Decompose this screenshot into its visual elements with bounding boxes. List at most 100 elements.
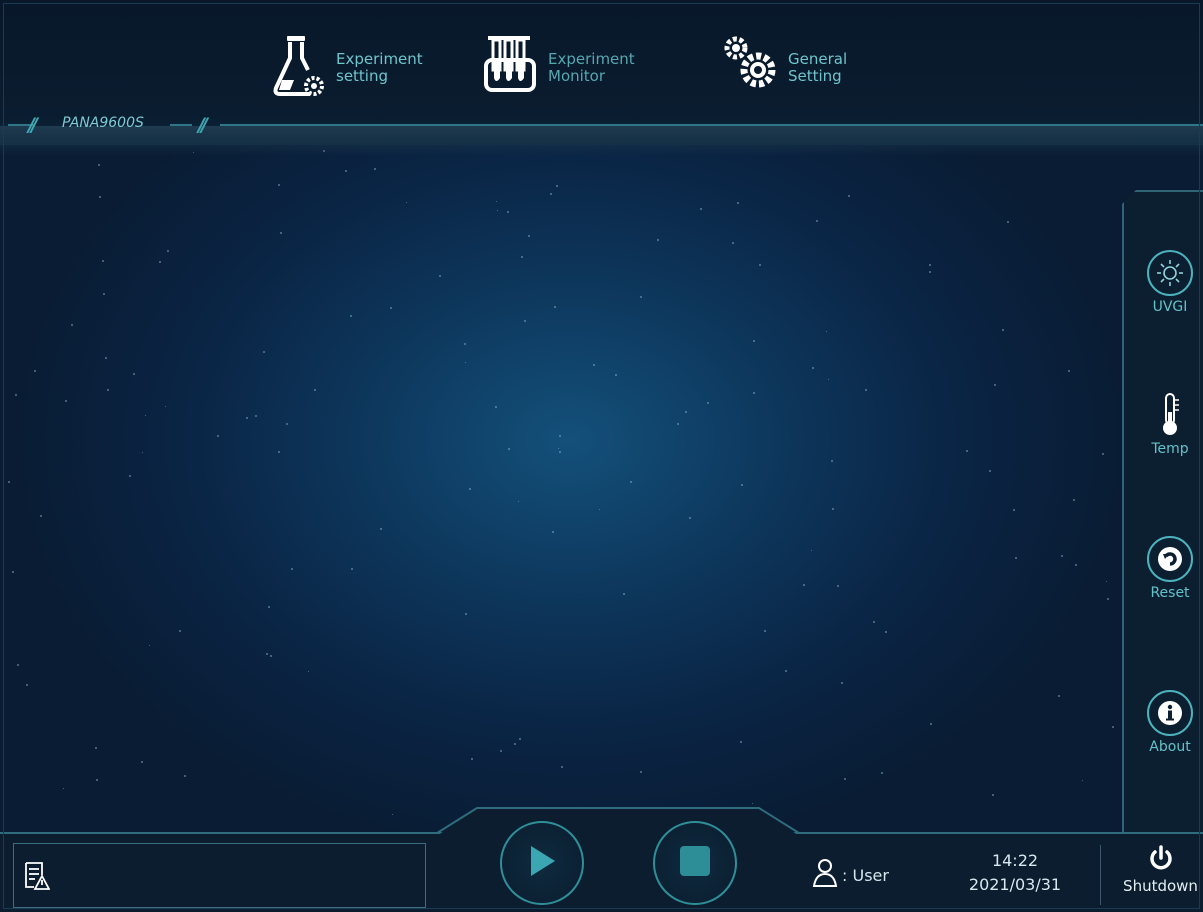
test-tubes-icon [484, 34, 540, 102]
star [465, 613, 467, 615]
star [495, 406, 497, 408]
star [844, 778, 846, 780]
star [268, 606, 270, 608]
star [700, 208, 702, 210]
star [1002, 329, 1004, 331]
star [1112, 726, 1114, 728]
star [521, 256, 523, 258]
star [524, 320, 526, 322]
star [263, 351, 265, 353]
star [40, 515, 42, 517]
star [380, 528, 382, 530]
star [528, 235, 530, 237]
star [552, 531, 554, 533]
star [278, 451, 280, 453]
star [133, 373, 135, 375]
star [1102, 453, 1104, 455]
star [286, 423, 288, 425]
star [102, 260, 104, 262]
temp-label: Temp [1151, 441, 1189, 457]
star [929, 271, 931, 273]
star [15, 394, 17, 396]
brand-slash-left: // [28, 114, 38, 136]
about-label: About [1149, 739, 1191, 755]
star [464, 343, 466, 345]
star [308, 671, 309, 672]
star [374, 168, 376, 170]
star [1073, 499, 1075, 501]
star [129, 475, 131, 477]
star [741, 484, 743, 486]
star [826, 331, 827, 332]
temp-button[interactable]: Temp [1140, 392, 1200, 457]
stop-button[interactable] [653, 821, 737, 905]
star [1075, 564, 1077, 566]
bottom-divider [1100, 845, 1101, 905]
star [593, 364, 595, 366]
star [1106, 581, 1107, 582]
star [291, 568, 293, 570]
power-icon [1148, 845, 1174, 877]
star [107, 389, 109, 391]
nav-experiment-monitor[interactable]: Experiment Monitor [484, 36, 635, 100]
nav-general-setting[interactable]: General Setting [720, 36, 847, 100]
star [105, 357, 107, 359]
uv-lamp-icon [1147, 250, 1193, 296]
star [803, 584, 805, 586]
star [167, 250, 169, 252]
star [599, 509, 600, 510]
star [103, 293, 105, 295]
star [514, 743, 516, 745]
star [873, 621, 875, 623]
star [96, 779, 98, 781]
star [26, 684, 28, 686]
alarm-message-box[interactable] [13, 843, 426, 908]
star [1007, 221, 1009, 223]
nav-experiment-setting[interactable]: Experiment setting [272, 36, 423, 100]
star [640, 771, 642, 773]
star [837, 585, 839, 587]
start-button[interactable] [500, 821, 584, 905]
star [812, 367, 814, 369]
star [554, 306, 556, 308]
alarm-log-icon [24, 861, 51, 895]
clock-time: 14:22 [991, 851, 1039, 870]
reset-label: Reset [1150, 585, 1190, 601]
star [246, 417, 248, 419]
gears-icon [720, 34, 780, 102]
user-icon [812, 858, 838, 892]
control-tray-outline [437, 807, 799, 834]
user-indicator[interactable]: : User [812, 858, 889, 892]
stop-icon [679, 845, 711, 881]
star [811, 550, 812, 551]
header-line [220, 124, 1203, 126]
star [550, 193, 552, 195]
star [677, 423, 679, 425]
star [640, 296, 642, 298]
star [390, 307, 392, 309]
header-line-mid [170, 124, 192, 126]
star [159, 261, 161, 263]
star [561, 766, 563, 768]
uvgi-label: UVGI [1152, 299, 1188, 315]
clock-date: 2021/03/31 [968, 875, 1062, 894]
about-button[interactable]: About [1140, 690, 1200, 755]
star [753, 392, 755, 394]
star [759, 264, 761, 266]
uvgi-button[interactable]: UVGI [1140, 250, 1200, 315]
star [314, 389, 316, 391]
star [559, 451, 561, 453]
star [270, 655, 272, 657]
star [280, 232, 282, 234]
star [17, 664, 19, 666]
star [217, 435, 219, 437]
star [145, 415, 146, 416]
star [496, 201, 497, 202]
star [350, 315, 352, 317]
star [689, 517, 691, 519]
shutdown-button[interactable]: Shutdown [1118, 845, 1203, 895]
star [519, 738, 521, 740]
star [351, 568, 353, 570]
star [657, 239, 659, 241]
reset-button[interactable]: Reset [1140, 536, 1200, 601]
